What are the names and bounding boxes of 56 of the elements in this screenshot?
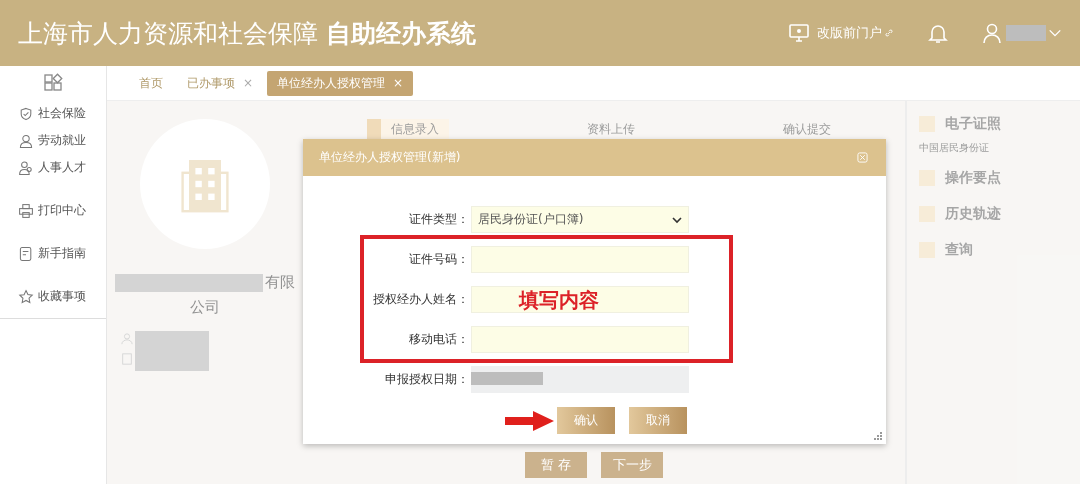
redacted-username	[1006, 25, 1046, 41]
side-panel-item[interactable]: 查询	[919, 237, 1068, 263]
dialog-button[interactable]: 取消	[629, 407, 687, 434]
side-panel-item[interactable]: 历史轨迹	[919, 201, 1068, 227]
tab[interactable]: 已办事项 ×	[177, 70, 264, 96]
sidebar-item[interactable]: 劳动就业	[0, 127, 106, 154]
input-field[interactable]	[471, 286, 689, 313]
link-icon	[884, 28, 894, 38]
field-label: 证件号码：	[408, 251, 470, 268]
sidebar-item[interactable]: 新手指南	[0, 240, 106, 267]
company-name-fragment: 有限	[265, 273, 295, 292]
person-icon	[121, 333, 133, 345]
printer-icon	[18, 202, 34, 219]
step-item: 确认提交	[782, 121, 832, 138]
tab[interactable]: 首页	[129, 70, 173, 96]
dialog-title: 单位经办人授权管理(新增)	[319, 149, 461, 166]
input-field[interactable]	[471, 326, 689, 353]
user-icon[interactable]	[980, 21, 1004, 45]
side-panel-item[interactable]: 电子证照	[919, 111, 1068, 137]
document-icon	[18, 245, 34, 262]
redacted-date	[471, 372, 543, 385]
annotation-text: 填写内容	[519, 287, 599, 314]
chevron-down-icon	[672, 214, 682, 225]
old-portal-link[interactable]: 改版前门户	[817, 24, 882, 42]
field-label: 申报授权日期：	[384, 371, 470, 388]
field-label: 移动电话：	[408, 331, 470, 348]
sidebar-item[interactable]: 打印中心	[0, 197, 106, 224]
sidebar-item[interactable]: 收藏事项	[0, 283, 106, 310]
system-title: 上海市人力资源和社会保障 自助经办系统	[18, 17, 476, 50]
close-icon[interactable]	[857, 152, 868, 163]
dialog-button[interactable]: 确认	[557, 407, 615, 434]
side-panel-item[interactable]: 操作要点	[919, 165, 1068, 191]
page-button[interactable]: 下一步	[601, 452, 663, 478]
select-field[interactable]: 居民身份证(户口簿)	[471, 206, 689, 233]
resize-grip-icon[interactable]	[874, 432, 882, 440]
document-type-note: 中国居民身份证	[919, 141, 989, 155]
input-field[interactable]	[471, 246, 689, 273]
shield-icon	[18, 105, 34, 122]
field-label: 授权经办人姓名：	[372, 291, 470, 308]
phone-icon	[121, 353, 133, 365]
field-label: 证件类型：	[408, 211, 470, 228]
apps-icon[interactable]	[43, 73, 63, 93]
worker-icon	[18, 132, 34, 149]
step-item: 资料上传	[586, 121, 636, 138]
tab[interactable]: 单位经办人授权管理 ×	[267, 70, 414, 96]
sidebar-item[interactable]: 社会保险	[0, 100, 106, 127]
page-button[interactable]: 暂 存	[525, 452, 587, 478]
people-icon	[18, 159, 34, 176]
close-tab-button[interactable]: ×	[393, 75, 404, 90]
company-name-fragment: 公司	[190, 298, 220, 317]
step-item: 信息录入	[367, 119, 449, 140]
annotation-arrow	[503, 409, 555, 432]
monitor-icon	[787, 21, 811, 45]
close-tab-button[interactable]: ×	[243, 75, 254, 90]
sidebar-item[interactable]: 人事人才	[0, 154, 106, 181]
star-icon	[18, 288, 34, 305]
